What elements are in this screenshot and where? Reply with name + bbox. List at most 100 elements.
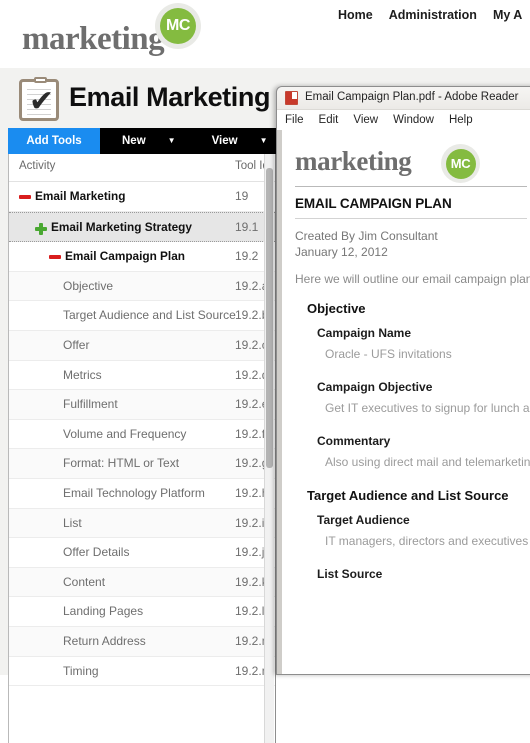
site-logo: marketing [22,8,165,56]
pdf-page: marketing MC EMAIL CAMPAIGN PLAN Created… [282,130,530,581]
table-row[interactable]: Metrics 19.2.d [9,360,275,391]
activity-label: Objective [63,278,114,293]
table-row[interactable]: Timing 19.2.n [9,656,275,687]
table-row[interactable]: Content 19.2.k [9,567,275,598]
document-mc-badge-label: MC [445,148,476,179]
table-row[interactable]: Email Marketing Strategy 19.1 [9,211,275,243]
new-menu-label: New [122,135,146,147]
activity-label: Metrics [63,367,102,382]
adobe-reader-window[interactable]: Email Campaign Plan.pdf - Adobe Reader F… [276,86,530,675]
activity-label: Email Technology Platform [63,485,205,500]
table-row[interactable]: List 19.2.i [9,508,275,539]
view-menu-label: View [211,135,238,147]
expand-icon[interactable] [35,222,47,235]
activity-label: Volume and Frequency [63,426,187,441]
menu-item-view[interactable]: View [353,114,378,126]
document-field-label: Campaign Objective [317,379,433,394]
document-field-label: Campaign Name [317,325,412,340]
tool-id-value: 19.2.f [235,426,266,441]
document-logo: marketing MC [295,144,530,183]
activity-label: Email Marketing Strategy [51,219,192,234]
nav-item-home[interactable]: Home [338,8,373,22]
mc-badge-icon: MC [155,3,201,49]
activity-label: Email Campaign Plan [65,249,185,264]
activity-label: Format: HTML or Text [63,456,180,471]
tool-id-value: 19.2.l [235,604,265,619]
table-row[interactable]: Offer Details 19.2.j [9,538,275,568]
column-header-activity: Activity [19,160,56,172]
activity-label: Offer Details [63,545,130,560]
site-header: marketing MC Home Administration My A [0,0,530,68]
document-logo-text: marketing [295,146,412,176]
view-menu-button[interactable]: View ▼ [190,128,282,154]
tool-id-value: 19 [235,189,249,203]
top-navigation: Home Administration My A [338,8,522,22]
document-section-title: Target Audience and List Source [307,487,509,503]
activity-tree-rows: Email Marketing 19 Email Marketing Strateg… [9,182,275,687]
document-field-label: Target Audience [317,512,410,527]
activity-label: Offer [63,337,90,352]
nav-item-my-account[interactable]: My A [493,8,522,22]
tool-id-value: 19.1 [235,219,259,234]
document-field-value: Also using direct mail and telemarketing… [325,454,530,469]
reader-window-title: Email Campaign Plan.pdf - Adobe Reader [305,91,519,103]
reader-title-bar[interactable]: Email Campaign Plan.pdf - Adobe Reader [277,87,530,110]
divider [295,218,527,219]
activity-label: Content [63,574,106,589]
menu-item-window[interactable]: Window [393,114,434,126]
document-heading: EMAIL CAMPAIGN PLAN [295,196,452,211]
document-section-title: Objective [307,300,366,316]
table-row[interactable]: Email Campaign Plan 19.2 [9,242,275,272]
new-menu-button[interactable]: New ▼ [100,128,190,154]
chevron-down-icon: ▼ [167,136,176,145]
table-row[interactable]: Fulfillment 19.2.e [9,390,275,420]
mc-badge-label: MC [160,8,196,44]
tree-header-row: Activity Tool Id [9,154,275,182]
document-created-by: Created By Jim Consultant [295,229,438,243]
document-metadata: Created By Jim Consultant January 12, 20… [295,228,530,260]
checklist-clipboard-icon: ✔ [19,77,59,121]
table-row[interactable]: Offer 19.2.c [9,330,275,361]
menu-item-file[interactable]: File [285,114,304,126]
activity-tree-panel: Activity Tool Id Email Marketing 19 Email … [8,154,276,743]
nav-item-administration[interactable]: Administration [389,8,477,22]
menu-item-help[interactable]: Help [449,114,473,126]
activity-label: Timing [63,663,99,678]
document-field-label: List Source [317,566,383,581]
tool-id-value: 19.2 [235,249,259,264]
page-title: Email Marketing [69,82,271,112]
tool-id-value: 19.2.c [235,337,268,352]
table-row[interactable]: Email Technology Platform 19.2.h [9,478,275,509]
adobe-pdf-icon [285,91,298,105]
table-row[interactable]: Return Address 19.2.m [9,626,275,657]
table-row[interactable]: Email Marketing 19 [9,182,275,212]
document-mc-badge-icon: MC [441,144,480,183]
document-intro-paragraph: Here we will outline our email campaign … [295,272,530,286]
add-tools-button[interactable]: Add Tools [8,128,100,154]
table-row[interactable]: Objective 19.2.a [9,271,275,302]
tool-id-value: 19.2.j [235,545,265,560]
pdf-document-view[interactable]: marketing MC EMAIL CAMPAIGN PLAN Created… [277,130,530,674]
activity-label: Target Audience and List Source [63,308,236,323]
document-field-value: Get IT executives to signup for lunch an… [325,400,530,415]
activity-label: List [63,515,82,530]
divider [295,186,527,187]
table-row[interactable]: Format: HTML or Text 19.2.g [9,449,275,479]
document-sections: Objective Campaign Name Oracle - UFS invit… [295,301,530,581]
tool-id-value: 19.2.k [235,574,268,589]
tree-scrollbar-thumb[interactable] [266,168,273,468]
activity-label: Landing Pages [63,604,144,619]
document-field-value: IT managers, directors and executives [325,533,529,548]
clipboard-clip-icon [34,77,47,83]
table-row[interactable]: Volume and Frequency 19.2.f [9,419,275,450]
check-mark-icon: ✔ [29,84,55,119]
collapse-icon[interactable] [19,195,31,199]
menu-item-edit[interactable]: Edit [319,114,339,126]
collapse-icon[interactable] [49,255,61,260]
table-row[interactable]: Landing Pages 19.2.l [9,597,275,627]
document-created-date: January 12, 2012 [295,245,388,259]
activity-label: Return Address [63,633,146,648]
tree-scrollbar[interactable] [264,154,274,743]
activity-label: Fulfillment [63,397,118,412]
table-row[interactable]: Target Audience and List Source 19.2.b [9,301,275,331]
